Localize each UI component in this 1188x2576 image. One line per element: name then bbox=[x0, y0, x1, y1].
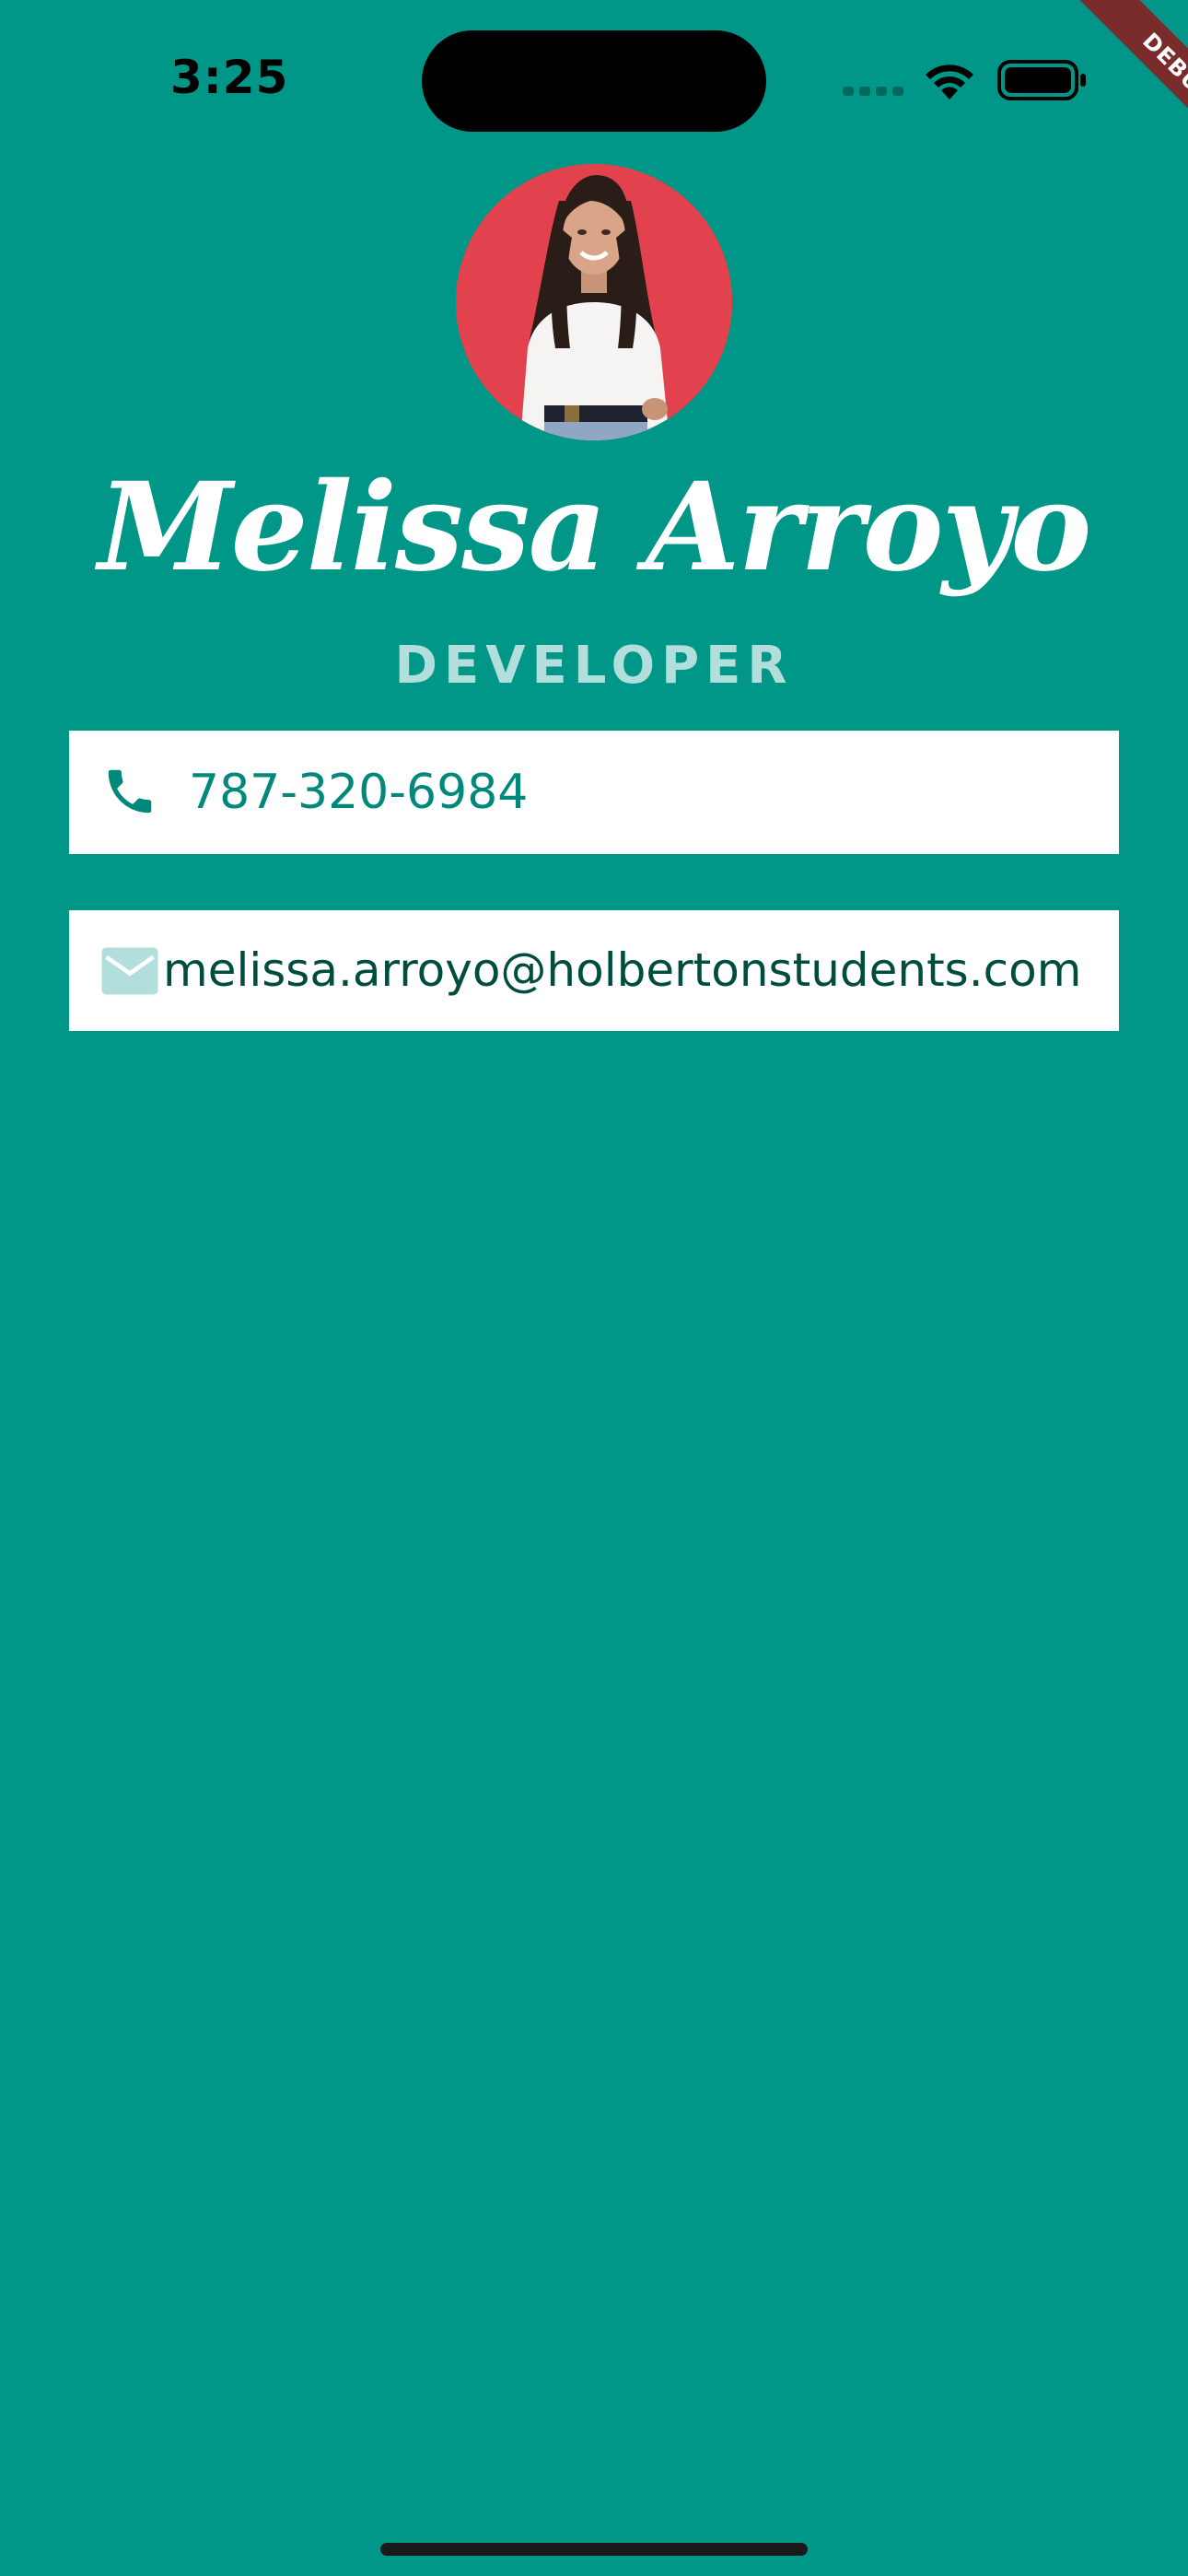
profile-name: Melissa Arroyo bbox=[98, 456, 1092, 599]
phone-icon bbox=[108, 769, 152, 814]
debug-banner-label: DEBUG bbox=[1066, 0, 1188, 182]
home-indicator[interactable] bbox=[380, 2543, 808, 2556]
mail-icon bbox=[101, 947, 158, 995]
app-screen: 3:25 DEBUG Melissa Arroyo DEVELOPER 787-… bbox=[0, 0, 1188, 2576]
debug-banner: DEBUG bbox=[1004, 0, 1188, 184]
dynamic-island bbox=[422, 30, 766, 132]
signal-icon bbox=[843, 87, 903, 96]
wifi-icon bbox=[926, 64, 973, 100]
status-time: 3:25 bbox=[170, 51, 289, 104]
phone-number[interactable]: 787-320-6984 bbox=[189, 731, 528, 854]
avatar-photo bbox=[456, 164, 732, 440]
phone-card[interactable]: 787-320-6984 bbox=[69, 731, 1119, 854]
email-card[interactable]: melissa.arroyo@holbertonstudents.com bbox=[69, 910, 1119, 1031]
avatar bbox=[456, 164, 732, 440]
profile-title: DEVELOPER bbox=[394, 636, 794, 696]
email-address[interactable]: melissa.arroyo@holbertonstudents.com bbox=[163, 910, 1081, 1031]
